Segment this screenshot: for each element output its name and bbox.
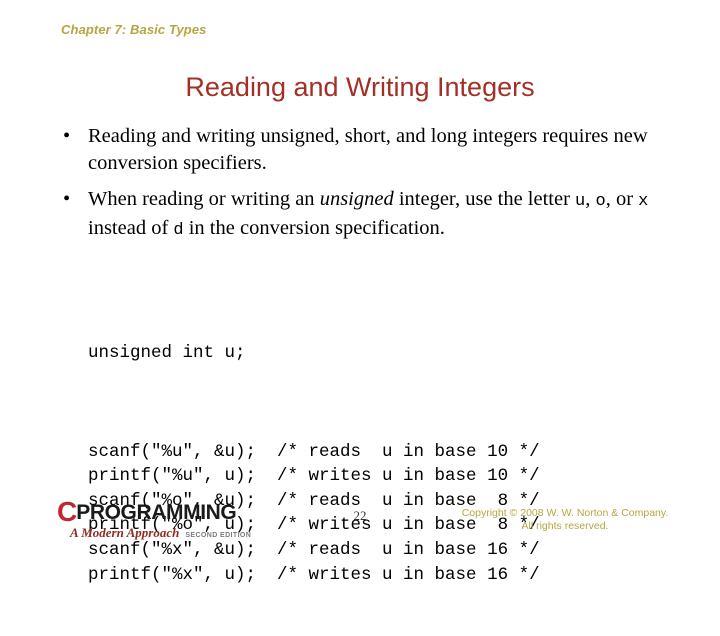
text-run: When reading or writing an (88, 188, 320, 210)
code-line: scanf("%u", &u); /* reads u in base 10 *… (88, 441, 540, 462)
code-line: printf("%u", u); /* writes u in base 10 … (88, 466, 540, 487)
bullet-list: • Reading and writing unsigned, short, a… (55, 123, 675, 244)
copyright-line-2: All rights reserved. (521, 519, 609, 532)
text-run: integer, use the letter (393, 188, 576, 210)
text-run: in the conversion specification. (183, 217, 445, 239)
logo-edition-label: SECOND EDITION (185, 532, 252, 539)
code-line: printf("%x", u); /* writes u in base 16 … (88, 564, 540, 585)
chapter-header: Chapter 7: Basic Types (61, 22, 207, 37)
inline-code: d (173, 221, 184, 240)
copyright-line-1: Copyright © 2008 W. W. Norton & Company. (461, 507, 669, 519)
copyright-notice: Copyright © 2008 W. W. Norton & Company.… (430, 507, 700, 532)
book-logo: CPROGRAMMING A Modern Approach SECOND EDI… (57, 496, 297, 540)
code-line: scanf("%x", &u); /* reads u in base 16 *… (88, 539, 540, 560)
emphasized-term: unsigned (319, 188, 394, 210)
text-run: , or (605, 188, 639, 210)
page-title: Reading and Writing Integers (185, 72, 535, 102)
slide-canvas: Chapter 7: Basic Types Reading and Writi… (0, 0, 720, 585)
logo-title-row: CPROGRAMMING (57, 496, 297, 527)
code-declaration-line: unsigned int u; (88, 343, 246, 364)
logo-programming-word: PROGRAMMING (76, 501, 237, 524)
bullet-marker-icon: • (63, 125, 71, 147)
list-item: • When reading or writing an unsigned in… (55, 186, 675, 244)
page-number: 22 (353, 508, 367, 523)
text-run: , (585, 188, 596, 210)
inline-code: x (638, 192, 649, 211)
list-item-text: Reading and writing unsigned, short, and… (88, 123, 675, 177)
logo-c-letter: C (57, 496, 77, 527)
text-run: instead of (88, 217, 174, 239)
list-item-text: When reading or writing an unsigned inte… (88, 186, 675, 244)
inline-code: u (575, 192, 586, 211)
logo-subtitle: A Modern Approach (70, 525, 180, 540)
logo-subtitle-row: A Modern Approach SECOND EDITION (57, 524, 297, 540)
inline-code: o (595, 192, 606, 211)
code-block: unsigned int u; scanf("%u", &u); /* read… (88, 292, 540, 636)
bullet-marker-icon: • (63, 188, 71, 210)
list-item: • Reading and writing unsigned, short, a… (55, 123, 675, 177)
text-run: Reading and writing unsigned, short, and… (88, 125, 648, 174)
